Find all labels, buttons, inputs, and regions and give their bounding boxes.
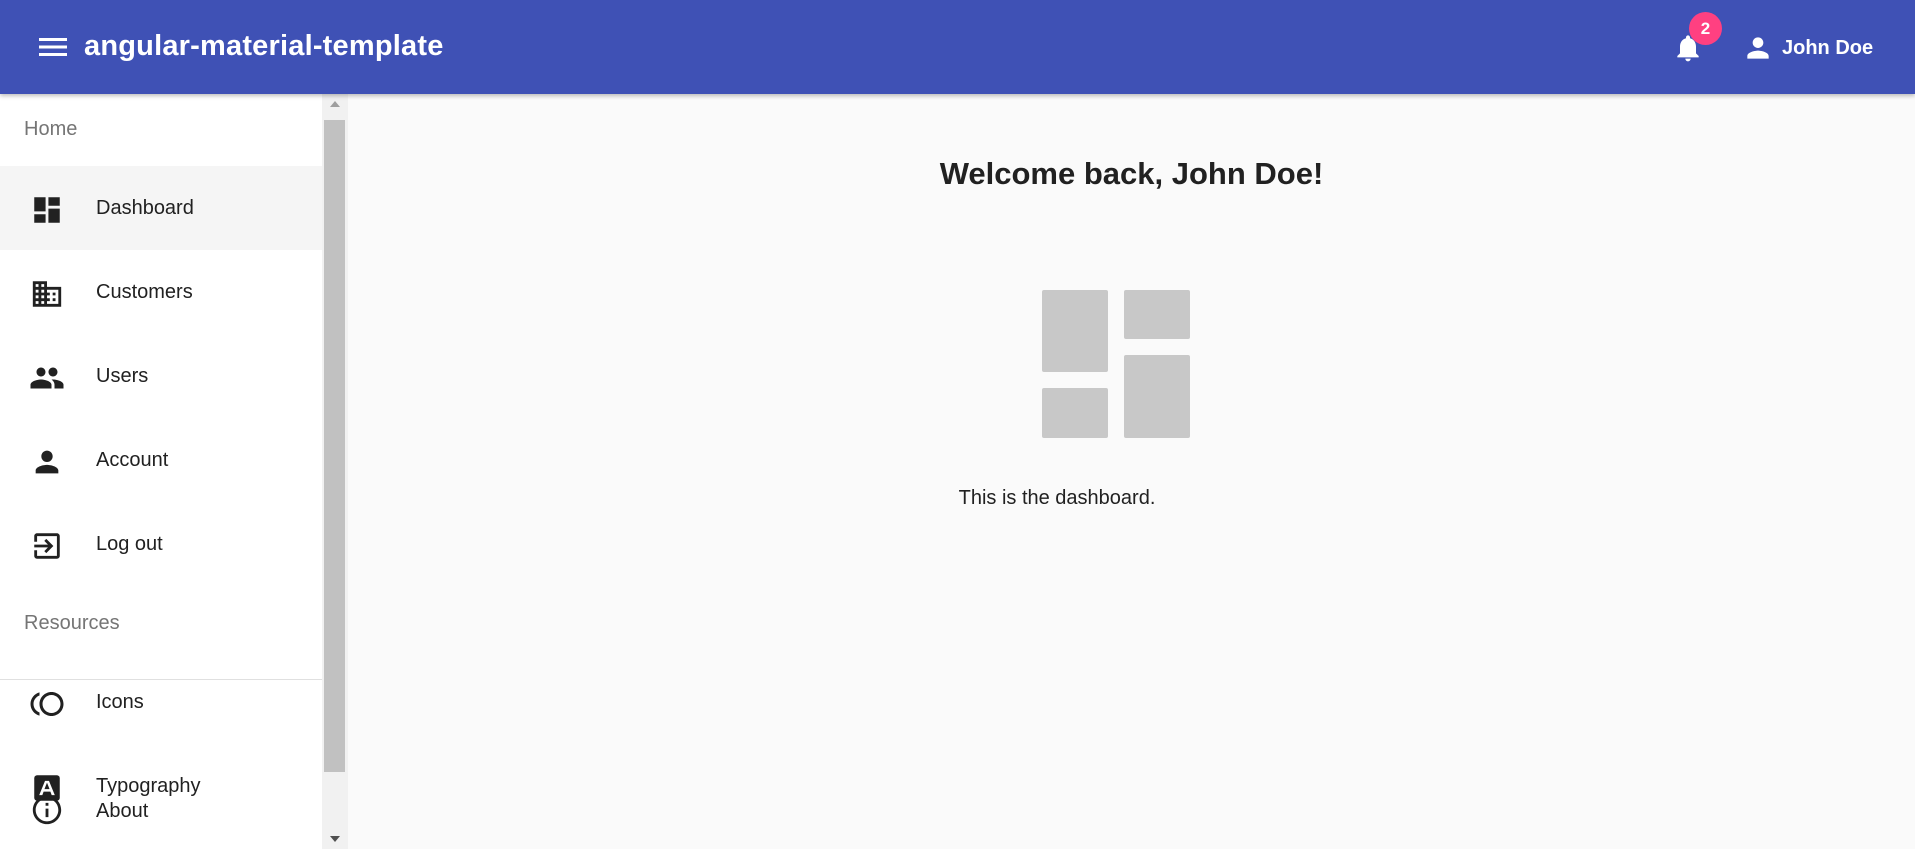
sidebar-item-icons[interactable]: Icons: [0, 660, 322, 744]
sidebar-item-label: Customers: [96, 281, 193, 303]
user-name: John Doe: [1782, 36, 1874, 59]
sidebar-item-users[interactable]: Users: [0, 334, 322, 418]
welcome-heading: Welcome back, John Doe!: [939, 156, 1324, 191]
menu-toggle-button[interactable]: [34, 29, 72, 65]
dashboard-description: This is the dashboard.: [958, 487, 1156, 509]
logout-icon: [29, 528, 65, 564]
sidebar-item-typography[interactable]: Typography About: [0, 744, 322, 849]
arrow-down-icon: [330, 836, 340, 842]
sidebar-item-label: Dashboard: [96, 197, 194, 219]
section-label-resources: Resources: [24, 612, 120, 634]
sidebar-item-label: Users: [96, 365, 149, 387]
menu-icon: [39, 38, 67, 56]
sidebar-item-account[interactable]: Account: [0, 418, 322, 502]
dashboard-illustration-icon: [1042, 290, 1190, 438]
sidebar-item-label: Typography: [96, 775, 201, 797]
sidebar-item-dashboard[interactable]: Dashboard: [0, 166, 322, 250]
toll-icon: [29, 686, 65, 722]
scroll-up-arrow[interactable]: [322, 94, 348, 114]
scroll-down-arrow[interactable]: [322, 829, 348, 849]
sidebar-item-about-label[interactable]: About: [96, 800, 148, 823]
arrow-up-icon: [330, 101, 340, 107]
dashboard-icon: [29, 192, 65, 228]
scroll-thumb[interactable]: [324, 120, 345, 772]
user-menu-button[interactable]: John Doe: [1742, 28, 1873, 68]
person-icon: [1747, 37, 1769, 59]
sidebar-item-label: Icons: [96, 691, 144, 713]
notification-badge: 2: [1689, 12, 1722, 45]
main-content: Welcome back, John Doe! This is the dash…: [348, 94, 1915, 849]
business-icon: [29, 276, 65, 312]
person-icon: [29, 444, 65, 480]
app-title: angular-material-template: [84, 30, 444, 62]
top-toolbar: angular-material-template 2 John Doe: [0, 0, 1915, 94]
info-icon: [29, 792, 65, 828]
sidebar: Home Dashboard Customers Users Account L…: [0, 94, 322, 849]
people-icon: [29, 360, 65, 396]
sidebar-item-customers[interactable]: Customers: [0, 250, 322, 334]
sidebar-item-label: Log out: [96, 533, 163, 555]
sidebar-item-label: Account: [96, 449, 169, 471]
section-label-home: Home: [24, 118, 78, 140]
sidebar-scrollbar[interactable]: [322, 94, 348, 849]
sidebar-item-logout[interactable]: Log out: [0, 502, 322, 586]
